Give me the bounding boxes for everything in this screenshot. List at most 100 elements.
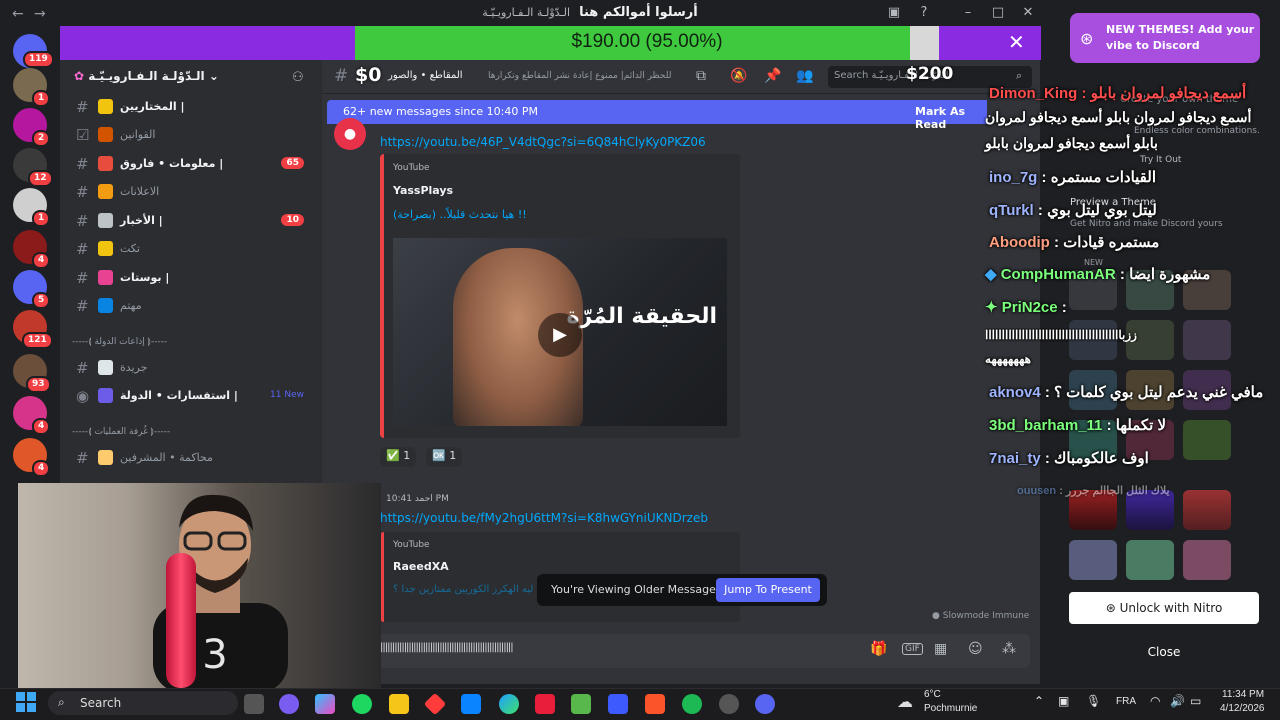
category-header[interactable]: -----⟬ إذاعات الدولة ⟭----- [72,337,167,347]
channel-topic[interactable]: للحظر الدائم| ممنوع إعادة نشر المقاطع وت… [488,71,678,81]
new-messages-bar[interactable]: 62+ new messages since 10:40 PM Mark As … [327,100,987,131]
chat-line: ino_7g : القيادات مستمره [989,169,1156,186]
gif-icon[interactable]: GIF [902,643,923,655]
ea-app-icon[interactable] [608,694,628,714]
app-icon[interactable] [352,694,372,714]
unlock-with-nitro-button[interactable]: ⊛ Unlock with Nitro [1069,592,1259,624]
new-messages-text: 62+ new messages since 10:40 PM [343,105,538,118]
file-explorer-icon[interactable] [389,694,409,714]
message-link[interactable]: https://youtu.be/46P_V4dtQgc?si=6Q84hCly… [380,135,706,149]
server-badge: 5 [32,292,51,309]
windows-start-icon[interactable] [16,692,36,712]
gift-icon[interactable]: 🎁 [870,641,887,657]
members-icon[interactable]: 👥 [796,68,813,84]
badge-icon: ◆ [985,266,997,283]
channel-item[interactable]: # معلومات • فاروق | 65 [62,153,318,175]
pin-icon[interactable]: 📌 [764,68,781,84]
channel-item[interactable]: # مهتم [62,295,318,317]
taskbar-search[interactable]: ⌕ Search [48,691,238,715]
goal-close-icon[interactable]: ✕ [1008,30,1025,54]
brave-icon[interactable] [645,694,665,714]
language-indicator[interactable]: FRA [1116,696,1136,707]
video-thumbnail[interactable]: الحقيقة المُرّة ▶ [393,238,727,426]
edge-icon[interactable] [499,694,519,714]
back-arrow-icon[interactable]: ← [12,6,24,22]
clock-date[interactable]: 4/12/2026 [1220,703,1265,714]
jump-to-present-button[interactable]: Jump To Present [716,578,820,602]
play-icon[interactable]: ▶ [538,313,582,357]
message-author[interactable]: احمد [415,494,433,504]
tray-app-icon[interactable]: ▣ [1058,694,1069,708]
channel-item[interactable]: # بوستات | [62,267,318,289]
server-badge: 1 [32,210,51,227]
embed-author[interactable]: YassPlays [393,184,453,197]
volume-icon[interactable]: 🔊 [1170,694,1185,708]
channel-item[interactable]: ☑ القوانين [62,124,318,146]
channel-item[interactable]: # محاكمة • المشرفين [62,447,318,469]
mention-count: 65 [281,157,304,169]
embed-author[interactable]: RaeedXA [393,560,449,573]
threads-icon[interactable]: ⧉ [696,68,706,84]
avatar[interactable]: ● [334,118,366,150]
maximize-icon[interactable]: □ [988,5,1008,20]
chat-line: 7nai_ty : اوف عالكومباك [989,450,1149,467]
battery-icon[interactable]: ▭ [1190,694,1201,708]
store-icon[interactable] [461,694,481,714]
discord-icon[interactable] [755,694,775,714]
wifi-icon[interactable]: ◠ [1150,694,1160,708]
channel-hash-icon: # [334,66,349,86]
channel-item[interactable]: # الأخبار | 10 [62,210,318,232]
category-header[interactable]: -----⟬ غُرفة العمليات ⟭----- [72,427,170,437]
apps-icon[interactable]: ⁂ [1002,641,1016,657]
cloud-icon[interactable]: ☁ [897,692,913,711]
new-themes-popup[interactable]: ⊛ NEW THEMES! Add your vibe to Discord [1070,13,1260,63]
theme-swatch[interactable] [1069,540,1117,580]
close-window-icon[interactable]: ✕ [1018,5,1038,20]
app-icon[interactable] [279,694,299,714]
close-button[interactable]: Close [1069,638,1259,666]
mute-bell-icon[interactable]: 🔕 [730,68,747,84]
handshake-icon [98,298,113,313]
channel-item[interactable]: # جريدة [62,357,318,379]
forward-arrow-icon[interactable]: → [34,6,46,22]
chevron-up-icon[interactable]: ⌃ [1034,694,1044,708]
server-name[interactable]: ✿ الـدّوْلـة الـفـارويـيّـة ⌄ [74,69,219,83]
mark-as-read-button[interactable]: Mark As Read [915,105,987,131]
inbox-icon[interactable]: ▣ [884,5,904,20]
channel-item[interactable]: ◉ استفسارات • الدولة | 11 New [62,385,318,407]
donation-goal-text: $190.00 (95.00%) [571,31,723,52]
channel-item[interactable]: # المختاريين | [62,96,318,118]
embed-provider: YouTube [393,540,430,550]
channel-item[interactable]: # الاعلانات [62,181,318,203]
clock-time[interactable]: 11:34 PM [1222,689,1264,700]
message-link[interactable]: https://youtu.be/fMy2hgU6ttM?si=K8hwGYni… [380,511,708,525]
app-icon[interactable] [535,694,555,714]
slowmode-label: ● Slowmode Immune [932,611,1030,621]
theme-swatch[interactable] [1183,540,1231,580]
chat-line: 3bd_barham_11 : لا تكملها [989,417,1167,434]
add-friend-icon[interactable]: ⚇ [292,70,304,85]
message-composer[interactable]: ||||||||||||||||||||||||||||||||||||||||… [370,634,1030,668]
app-icon[interactable] [571,694,591,714]
weather-temp[interactable]: 6°C [924,689,941,700]
weather-desc[interactable]: Pochmurnie [924,703,977,714]
copilot-icon[interactable] [315,694,335,714]
channel-item[interactable]: # تكت [62,238,318,260]
search-icon: ⌕ [58,695,65,709]
embed-title[interactable]: ليه الهكرز الكوريين ممتازين جدا ؟ [393,584,533,595]
app-icon[interactable] [719,694,739,714]
minimize-icon[interactable]: – [958,5,978,20]
reaction[interactable]: ✅ 1 [380,447,417,467]
help-icon[interactable]: ? [914,5,934,20]
composer-text[interactable]: ||||||||||||||||||||||||||||||||||||||||… [380,642,514,653]
sticker-icon[interactable]: ▦ [934,641,947,657]
spotify-icon[interactable] [682,694,702,714]
embed-title[interactable]: هيا نتحدث قليلاً.. (بصراحة) !! [393,208,527,221]
chat-line: Aboodip : مستمره قيادات [989,234,1160,251]
server-badge: 4 [32,252,51,269]
microphone-icon[interactable]: 🎙 [1086,694,1101,708]
reaction[interactable]: 🆗 1 [426,447,463,467]
emoji-icon[interactable]: ☺ [968,641,983,657]
theme-swatch[interactable] [1126,540,1174,580]
task-view-icon[interactable] [244,694,264,714]
